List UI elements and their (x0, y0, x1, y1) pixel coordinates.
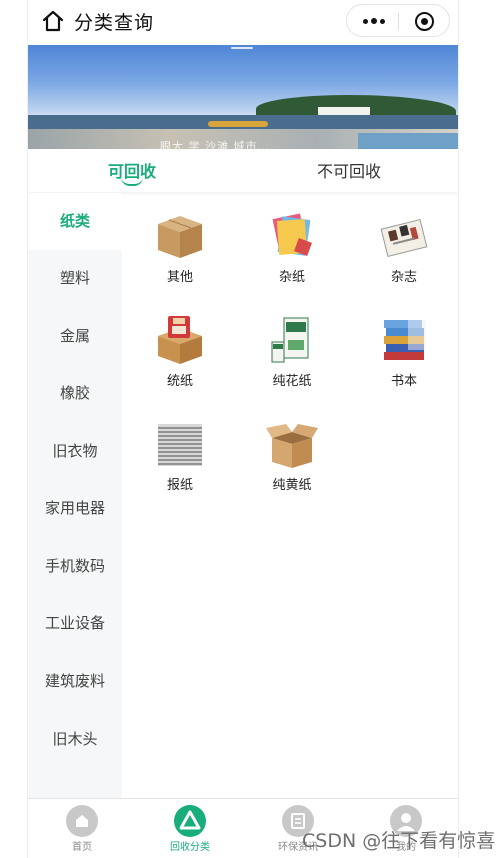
close-target-icon[interactable] (415, 12, 434, 31)
banner-boat (208, 121, 268, 127)
sidebar-item-metal[interactable]: 金属 (28, 308, 122, 365)
phone-frame: 分类查询 …眼大 学 沙滩 城市… 可回收 不可回收 纸类 塑料 金属 橡胶 旧… (27, 0, 459, 858)
sidebar-item-wood[interactable]: 旧木头 (28, 711, 122, 768)
grid-item-label: 杂纸 (278, 270, 305, 285)
grid-item-label: 书本 (390, 374, 417, 389)
grid-item-label: 纯黄纸 (272, 478, 312, 493)
tissue-box-icon (271, 317, 309, 363)
watermark: CSDN @往下看有惊喜 (302, 830, 496, 852)
grid-item-label: 其他 (166, 270, 193, 285)
tab-active-indicator (121, 177, 143, 186)
mini-program-capsule (346, 4, 450, 37)
sidebar-item-digital[interactable]: 手机数码 (28, 538, 122, 595)
sidebar-item-rubber[interactable]: 橡胶 (28, 365, 122, 422)
nav-bar: 分类查询 (28, 0, 458, 44)
sidebar-item-appliances[interactable]: 家用电器 (28, 480, 122, 537)
banner-caption: …眼大 学 沙滩 城市… (148, 140, 270, 149)
category-tabs: 可回收 不可回收 (28, 149, 458, 192)
sidebar-item-old-clothes[interactable]: 旧衣物 (28, 423, 122, 480)
colored-paper-icon (272, 213, 312, 256)
tabbar-label: 回收分类 (170, 842, 210, 853)
home-icon[interactable] (41, 9, 65, 33)
newspaper-stack-icon (158, 424, 202, 466)
carousel-indicator (231, 47, 253, 49)
page-title: 分类查询 (74, 12, 155, 34)
open-box-icon (266, 424, 318, 468)
sidebar-item-paper[interactable]: 纸类 (28, 193, 122, 250)
sidebar-item-industrial[interactable]: 工业设备 (28, 595, 122, 652)
home-icon (66, 805, 98, 837)
sidebar-item-plastic[interactable]: 塑料 (28, 250, 122, 307)
grid-item-label: 统纸 (166, 374, 193, 389)
book-stack-icon (384, 320, 426, 360)
grid-item-label: 报纸 (166, 478, 193, 493)
grid-item-label: 纯花纸 (272, 374, 312, 389)
magazine-icon (380, 218, 428, 258)
sidebar-item-construction[interactable]: 建筑废料 (28, 653, 122, 710)
category-sidebar: 纸类 塑料 金属 橡胶 旧衣物 家用电器 手机数码 工业设备 建筑废料 旧木头 (28, 193, 122, 799)
recycle-icon (174, 805, 206, 837)
cardboard-box-icon (158, 216, 202, 258)
banner-image[interactable]: …眼大 学 沙滩 城市… (28, 45, 458, 149)
grid-item-label: 杂志 (390, 270, 417, 285)
banner-roofs (358, 133, 458, 149)
gift-box-icon (158, 316, 202, 364)
capsule-divider (398, 13, 399, 30)
tab-non-recyclable[interactable]: 不可回收 (317, 158, 381, 182)
tabbar-label: 首页 (72, 842, 92, 853)
